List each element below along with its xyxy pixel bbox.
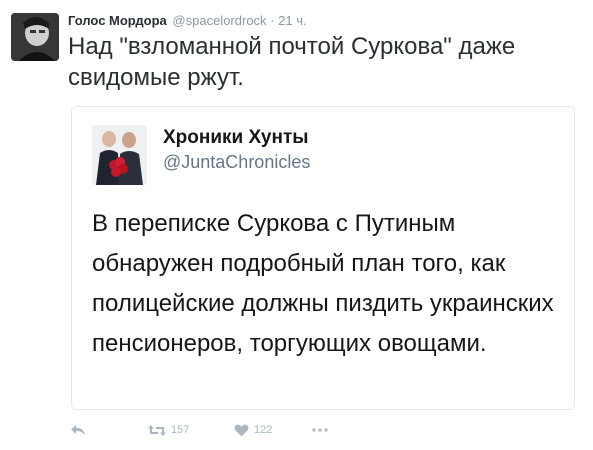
retweet-button[interactable]: 157 xyxy=(148,418,189,442)
quoted-text: В переписке Суркова с Путиным обнаружен … xyxy=(92,210,554,357)
author-display-name[interactable]: Голос Мордора xyxy=(68,13,167,28)
reply-icon xyxy=(71,425,85,435)
tweet-header: Голос Мордора @spacelordrock · 21 ч. xyxy=(68,13,307,29)
heart-icon xyxy=(234,424,249,436)
quoted-tweet[interactable]: Хроники Хунты @JuntaChronicles В перепис… xyxy=(71,106,575,410)
tweet: Голос Мордора @spacelordrock · 21 ч. Над… xyxy=(0,0,593,450)
more-button[interactable] xyxy=(312,418,328,442)
time-separator: · xyxy=(270,13,275,28)
like-count: 122 xyxy=(254,424,273,436)
tweet-timestamp[interactable]: 21 ч. xyxy=(278,13,306,28)
more-icon xyxy=(312,428,328,432)
quoted-handle[interactable]: @JuntaChronicles xyxy=(163,152,310,173)
like-button[interactable]: 122 xyxy=(234,418,272,442)
retweet-count: 157 xyxy=(171,424,190,436)
tweet-text: Над "взломанной почтой Суркова" даже сви… xyxy=(68,33,516,91)
quoted-display-name[interactable]: Хроники Хунты xyxy=(163,127,309,149)
retweet-icon xyxy=(148,424,166,436)
author-handle[interactable]: @spacelordrock xyxy=(172,13,266,28)
tweet-actions: 157 122 xyxy=(70,418,370,442)
quoted-avatar[interactable] xyxy=(92,125,147,185)
reply-button[interactable] xyxy=(70,418,86,442)
author-avatar[interactable] xyxy=(11,13,59,61)
